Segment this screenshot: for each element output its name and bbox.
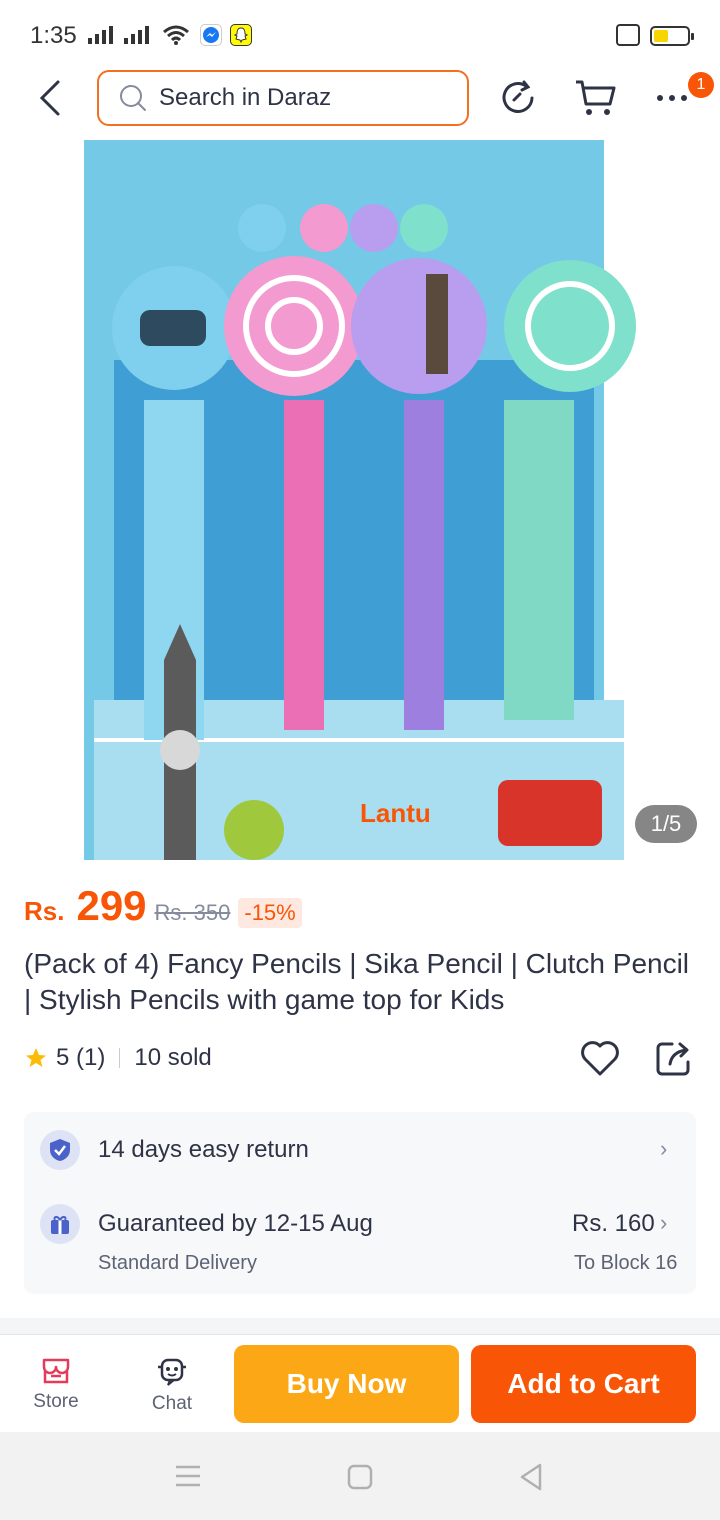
rating-value: 5 (1) <box>56 1044 106 1071</box>
status-bar: 1:35 <box>0 0 720 66</box>
refresh-icon <box>502 80 534 113</box>
sold-count: 10 sold <box>134 1044 212 1071</box>
share-button[interactable] <box>652 1036 696 1080</box>
chat-label: Chat <box>151 1393 193 1414</box>
star-icon <box>26 1048 46 1067</box>
delivery-price: Rs. 160 <box>572 1210 655 1237</box>
system-nav-bar <box>0 1432 720 1520</box>
price-currency: Rs. <box>24 896 65 926</box>
wifi-icon <box>163 25 189 45</box>
delivery-guarantee[interactable]: Guaranteed by 12-15 Aug <box>98 1210 373 1238</box>
bottom-action-bar: Store Chat Buy Now Add to Cart <box>0 1334 720 1432</box>
share-icon <box>656 1042 690 1076</box>
heart-icon <box>581 1041 619 1076</box>
back-button[interactable] <box>30 72 70 124</box>
chevron-right-icon[interactable]: › <box>660 1136 667 1162</box>
store-icon <box>42 1358 70 1384</box>
rating-row[interactable]: 5 (1) 10 sold <box>24 1040 212 1076</box>
product-image[interactable]: Lantu <box>84 140 636 860</box>
search-icon <box>120 85 146 111</box>
back-triangle-icon[interactable] <box>518 1462 544 1492</box>
product-title: (Pack of 4) Fancy Pencils | Sika Pencil … <box>24 948 690 1015</box>
gift-icon <box>40 1204 80 1244</box>
search-input[interactable]: Search in Daraz <box>97 70 469 126</box>
add-to-cart-button[interactable]: Add to Cart <box>471 1345 696 1423</box>
search-placeholder: Search in Daraz <box>159 84 332 111</box>
menu-icon[interactable] <box>174 1464 202 1488</box>
battery-icon <box>650 26 694 46</box>
buy-now-button[interactable]: Buy Now <box>234 1345 459 1423</box>
battery-level <box>654 30 668 42</box>
wishlist-button[interactable] <box>578 1036 622 1080</box>
price-value: 299 <box>76 882 147 929</box>
home-icon[interactable] <box>347 1464 373 1490</box>
delivery-type: Standard Delivery <box>98 1252 257 1274</box>
messenger-icon <box>200 24 222 46</box>
notification-badge: 1 <box>688 72 714 98</box>
chat-button[interactable]: Chat <box>132 1357 212 1415</box>
cart-icon <box>576 80 616 115</box>
store-button[interactable]: Store <box>16 1357 96 1413</box>
signal-icon <box>124 26 149 44</box>
chat-icon <box>158 1358 186 1386</box>
return-policy[interactable]: 14 days easy return <box>98 1136 309 1164</box>
original-price: Rs. 350 <box>154 900 231 925</box>
snapchat-icon <box>230 24 252 46</box>
delivery-info-card: 14 days easy return › Guaranteed by 12-1… <box>24 1112 696 1294</box>
product-photo: Lantu <box>84 140 636 860</box>
discount-badge: -15% <box>238 898 302 928</box>
status-time: 1:35 <box>30 22 77 49</box>
section-divider <box>0 1318 720 1334</box>
chevron-left-icon <box>39 80 60 116</box>
chevron-right-icon[interactable]: › <box>660 1210 667 1236</box>
image-brand-text: Lantu <box>360 798 431 828</box>
delivery-location: To Block 16 <box>574 1252 678 1274</box>
more-dots-icon <box>657 95 687 101</box>
rating-divider <box>119 1048 121 1068</box>
shield-check-icon <box>40 1130 80 1170</box>
vibrate-icon <box>616 24 640 46</box>
image-counter: 1/5 <box>635 805 697 843</box>
refresh-button[interactable] <box>494 74 542 122</box>
cart-button[interactable] <box>572 74 620 122</box>
signal-icon <box>88 26 113 44</box>
store-label: Store <box>33 1391 79 1412</box>
price-row: Rs. 299 Rs. 350 -15% <box>24 882 704 932</box>
